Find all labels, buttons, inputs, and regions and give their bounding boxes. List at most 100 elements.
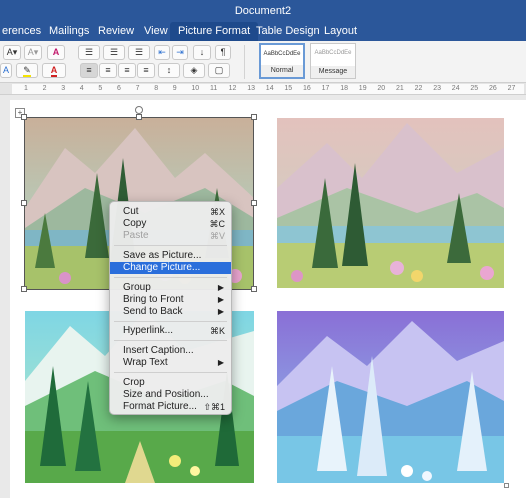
tab-picture-format[interactable]: Picture Format — [170, 22, 259, 41]
menu-item-send-to-back[interactable]: Send to Back ▶ — [110, 306, 231, 318]
menu-item-shortcut: ⌘C — [209, 219, 226, 229]
title-bar: Document2 — [0, 0, 526, 22]
shrink-font-button[interactable]: A▾ — [24, 45, 42, 60]
document-title: Document2 — [234, 5, 292, 17]
ruler-number: 16 — [303, 85, 311, 92]
menu-item-group[interactable]: Group ▶ — [110, 282, 231, 294]
menu-item-shortcut: ⌘V — [209, 231, 225, 241]
align-left-icon: ≡ — [86, 65, 92, 75]
style-message[interactable]: AaBbCcDdEe Message — [310, 43, 356, 79]
bullets-button[interactable]: ☰ — [78, 45, 100, 60]
menu-separator — [114, 245, 227, 246]
borders-button[interactable]: ▢ — [208, 63, 230, 78]
menu-item-label: Cut — [123, 206, 139, 217]
menu-item-label: Crop — [123, 377, 145, 388]
shading-button[interactable]: ◈ — [183, 63, 205, 78]
pilcrow-icon: ¶ — [220, 47, 226, 57]
ruler-strip: 1 2 3 4 5 6 7 8 9 10 11 12 13 14 15 16 17 18 19 20 21 22 23 24 2… — [12, 84, 524, 94]
text-effects-button[interactable]: A — [0, 63, 12, 78]
align-right-button[interactable]: ≡ — [118, 63, 136, 78]
ruler-number: 19 — [358, 85, 367, 92]
borders-icon: ▢ — [214, 65, 224, 75]
menu-separator — [114, 277, 227, 278]
menu-item-copy[interactable]: Copy ⌘C — [110, 218, 231, 230]
ruler-number: 10 — [191, 85, 200, 92]
menu-item-label: Save as Picture... — [123, 250, 202, 261]
align-right-icon: ≡ — [124, 65, 130, 75]
context-menu: Cut ⌘X Copy ⌘C Paste ⌘V Save as Picture... … — [109, 201, 232, 415]
ruler-number: 18 — [340, 85, 348, 92]
resize-handle-tr[interactable] — [251, 114, 257, 120]
menu-item-save-as-picture[interactable]: Save as Picture... — [110, 250, 231, 262]
ruler-number: 24 — [451, 85, 460, 92]
ribbon-tabs: erences Mailings Review View Picture For… — [0, 22, 526, 41]
resize-handle-l[interactable] — [21, 200, 27, 206]
ruler-number: 8 — [154, 85, 159, 92]
submenu-arrow-icon: ▶ — [217, 307, 224, 316]
justify-button[interactable]: ≡ — [137, 63, 155, 78]
multilevel-list-button[interactable]: ☰ — [128, 45, 150, 60]
highlight-button[interactable]: ✎ — [16, 63, 38, 78]
justify-icon: ≡ — [143, 65, 149, 75]
increase-indent-icon: ⇥ — [176, 47, 184, 57]
ruler-number: 23 — [433, 85, 441, 92]
menu-item-hyperlink[interactable]: Hyperlink... ⌘K — [110, 325, 231, 337]
menu-item-insert-caption[interactable]: Insert Caption... — [110, 345, 231, 357]
menu-item-wrap-text[interactable]: Wrap Text ▶ — [110, 357, 231, 369]
landscape-illustration — [277, 118, 504, 288]
menu-item-format-picture[interactable]: Format Picture... ⇧⌘1 — [110, 401, 231, 413]
ruler-number: 6 — [117, 85, 121, 92]
text-effects-icon: A — [2, 65, 9, 75]
menu-item-cut[interactable]: Cut ⌘X — [110, 206, 231, 218]
increase-indent-button[interactable]: ⇥ — [172, 45, 188, 60]
picture-winter-forest[interactable] — [277, 311, 504, 483]
menu-item-label: Format Picture... — [123, 401, 197, 412]
decrease-indent-button[interactable]: ⇤ — [154, 45, 170, 60]
resize-handle-br[interactable] — [251, 286, 257, 292]
menu-item-label: Group — [123, 282, 151, 293]
align-center-button[interactable]: ≡ — [99, 63, 117, 78]
sort-button[interactable]: ↓ — [193, 45, 211, 60]
tab-mailings[interactable]: Mailings — [41, 22, 97, 41]
style-normal[interactable]: AaBbCcDdEe Normal — [259, 43, 305, 79]
tab-layout[interactable]: Layout — [316, 22, 365, 41]
menu-item-bring-to-front[interactable]: Bring to Front ▶ — [110, 294, 231, 306]
horizontal-ruler[interactable]: 1 2 3 4 5 6 7 8 9 10 11 12 13 14 15 16 17 18 19 20 21 22 23 24 2… — [0, 83, 526, 95]
line-spacing-icon: ↕ — [166, 65, 172, 75]
resize-handle-tl[interactable] — [21, 114, 27, 120]
ruler-number: 20 — [377, 85, 386, 92]
tab-review[interactable]: Review — [90, 22, 142, 41]
menu-item-shortcut: ⌘X — [209, 207, 225, 217]
font-color-button[interactable]: A — [42, 63, 66, 78]
picture-mountain-lake-2[interactable] — [277, 118, 504, 288]
table-resize-handle[interactable] — [504, 483, 509, 488]
ruler-number: 9 — [172, 85, 177, 92]
resize-handle-bl[interactable] — [21, 286, 27, 292]
ruler-number: 7 — [135, 85, 140, 92]
menu-item-paste[interactable]: Paste ⌘V — [110, 230, 231, 242]
align-left-button[interactable]: ≡ — [80, 63, 98, 78]
numbered-list-icon: ☰ — [109, 47, 119, 57]
ruler-number: 22 — [414, 85, 423, 92]
ruler-number: 21 — [396, 85, 404, 92]
ruler-number: 17 — [321, 85, 330, 92]
menu-item-label: Change Picture... — [123, 262, 201, 273]
menu-item-shortcut: ⌘K — [209, 326, 225, 336]
multilevel-list-icon: ☰ — [134, 47, 144, 57]
menu-item-crop[interactable]: Crop — [110, 377, 231, 389]
clear-formatting-button[interactable]: A — [47, 45, 65, 60]
line-spacing-button[interactable]: ↕ — [158, 63, 180, 78]
menu-item-label: Bring to Front — [123, 294, 184, 305]
numbering-button[interactable]: ☰ — [103, 45, 125, 60]
resize-handle-t[interactable] — [136, 114, 142, 120]
ribbon-divider — [244, 45, 245, 79]
resize-handle-r[interactable] — [251, 200, 257, 206]
ruler-number: 26 — [489, 85, 497, 92]
grow-font-button[interactable]: A▾ — [3, 45, 21, 60]
menu-item-change-picture[interactable]: Change Picture... — [110, 262, 231, 274]
menu-item-label: Size and Position... — [123, 389, 209, 400]
show-formatting-button[interactable]: ¶ — [215, 45, 231, 60]
menu-item-size-and-position[interactable]: Size and Position... — [110, 389, 231, 401]
ruler-number: 4 — [79, 85, 84, 92]
rotate-icon[interactable] — [135, 106, 143, 114]
